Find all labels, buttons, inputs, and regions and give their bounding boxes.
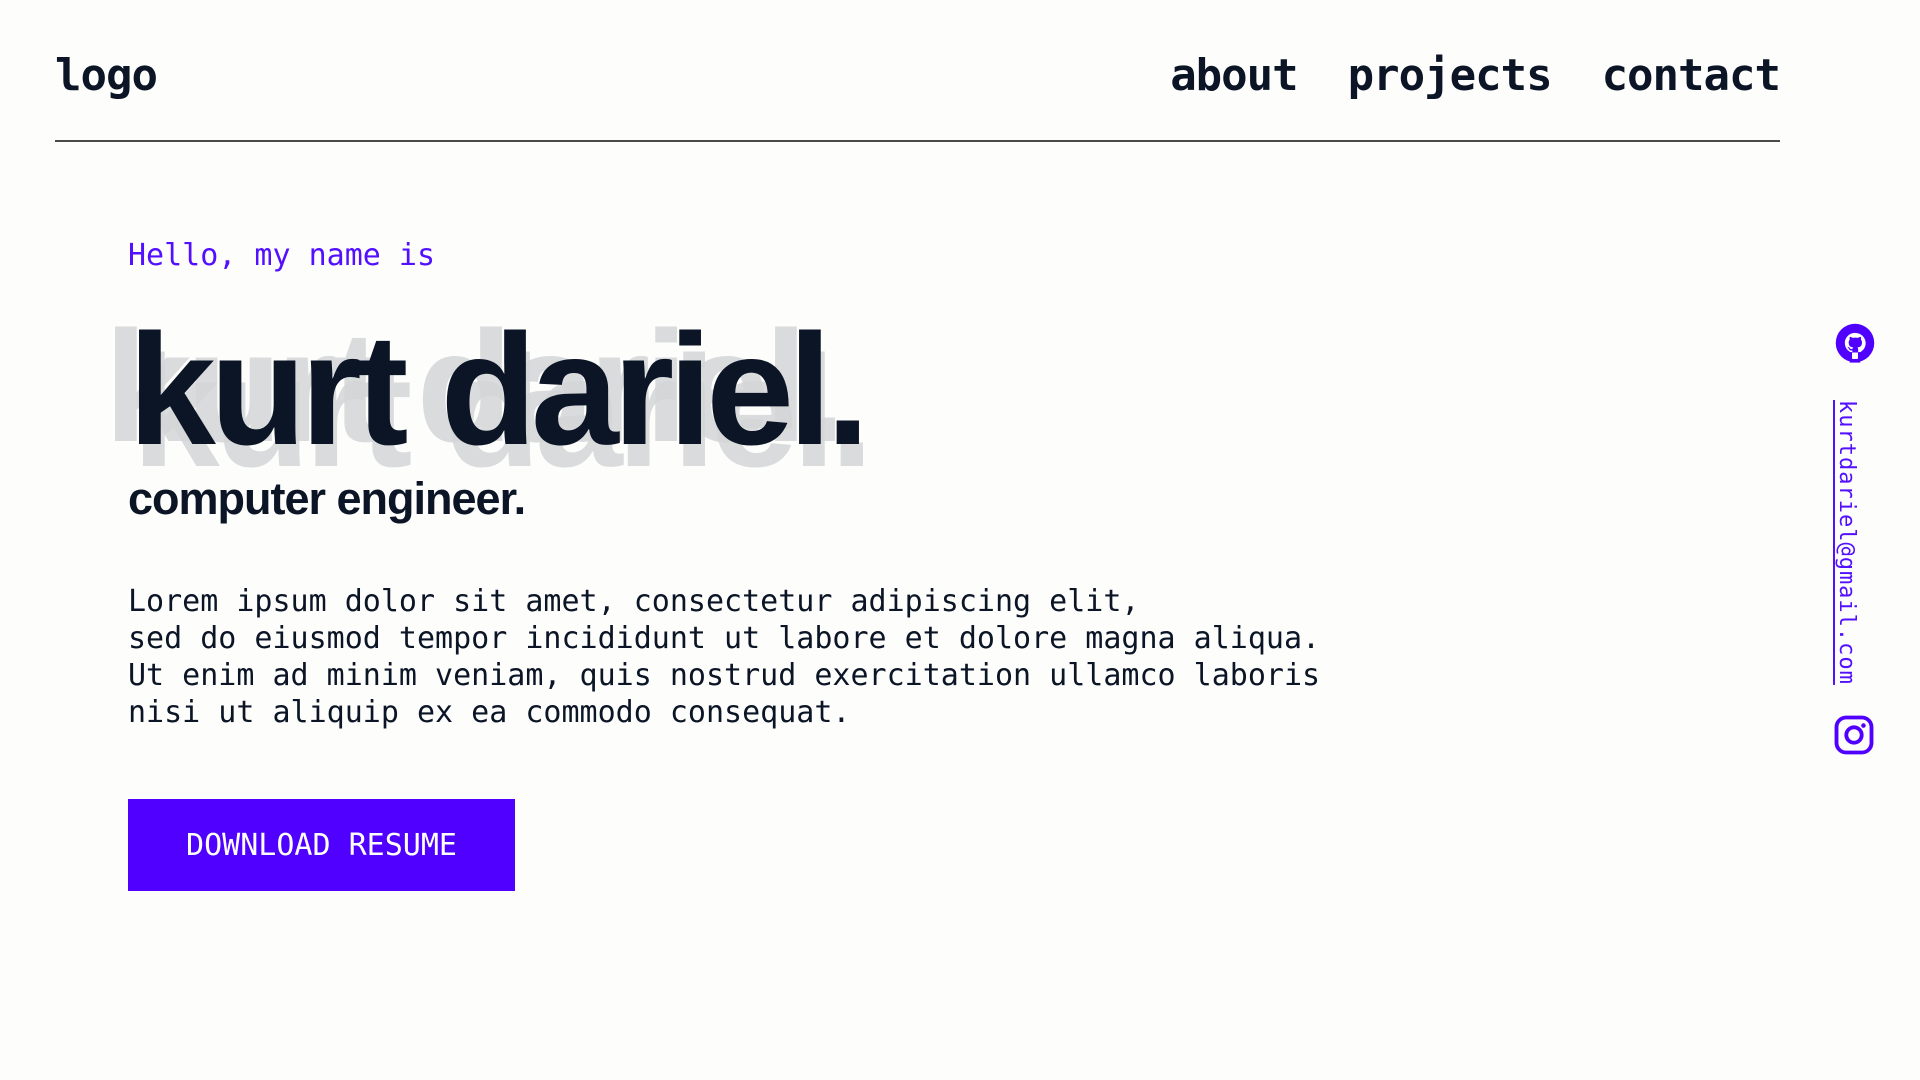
main-nav: about projects contact [1170, 50, 1781, 101]
email-link[interactable]: kurtdariel@gmail.com [1834, 400, 1859, 685]
hero-bio: Lorem ipsum dolor sit amet, consectetur … [128, 584, 1321, 730]
site-header: logo about projects contact [55, 50, 1781, 142]
social-sidebar: kurtdariel@gmail.com [1830, 322, 1882, 762]
portfolio-page: logo about projects contact Hello, my na… [0, 0, 1920, 1080]
github-icon[interactable] [1834, 322, 1876, 364]
hero-section: Hello, my name is kurt dariel. kurt dari… [104, 238, 1378, 891]
nav-link-about[interactable]: about [1170, 50, 1298, 101]
instagram-icon[interactable] [1833, 714, 1875, 756]
hero-name: kurt dariel. [128, 302, 870, 478]
hero-greeting: Hello, my name is [128, 238, 436, 273]
nav-link-projects[interactable]: projects [1348, 50, 1553, 101]
download-resume-button[interactable]: DOWNLOAD RESUME [128, 799, 515, 891]
nav-link-contact[interactable]: contact [1602, 50, 1781, 101]
hero-name-block: kurt dariel. kurt dariel. kurt dariel. [104, 308, 1378, 491]
site-logo[interactable]: logo [55, 50, 158, 101]
